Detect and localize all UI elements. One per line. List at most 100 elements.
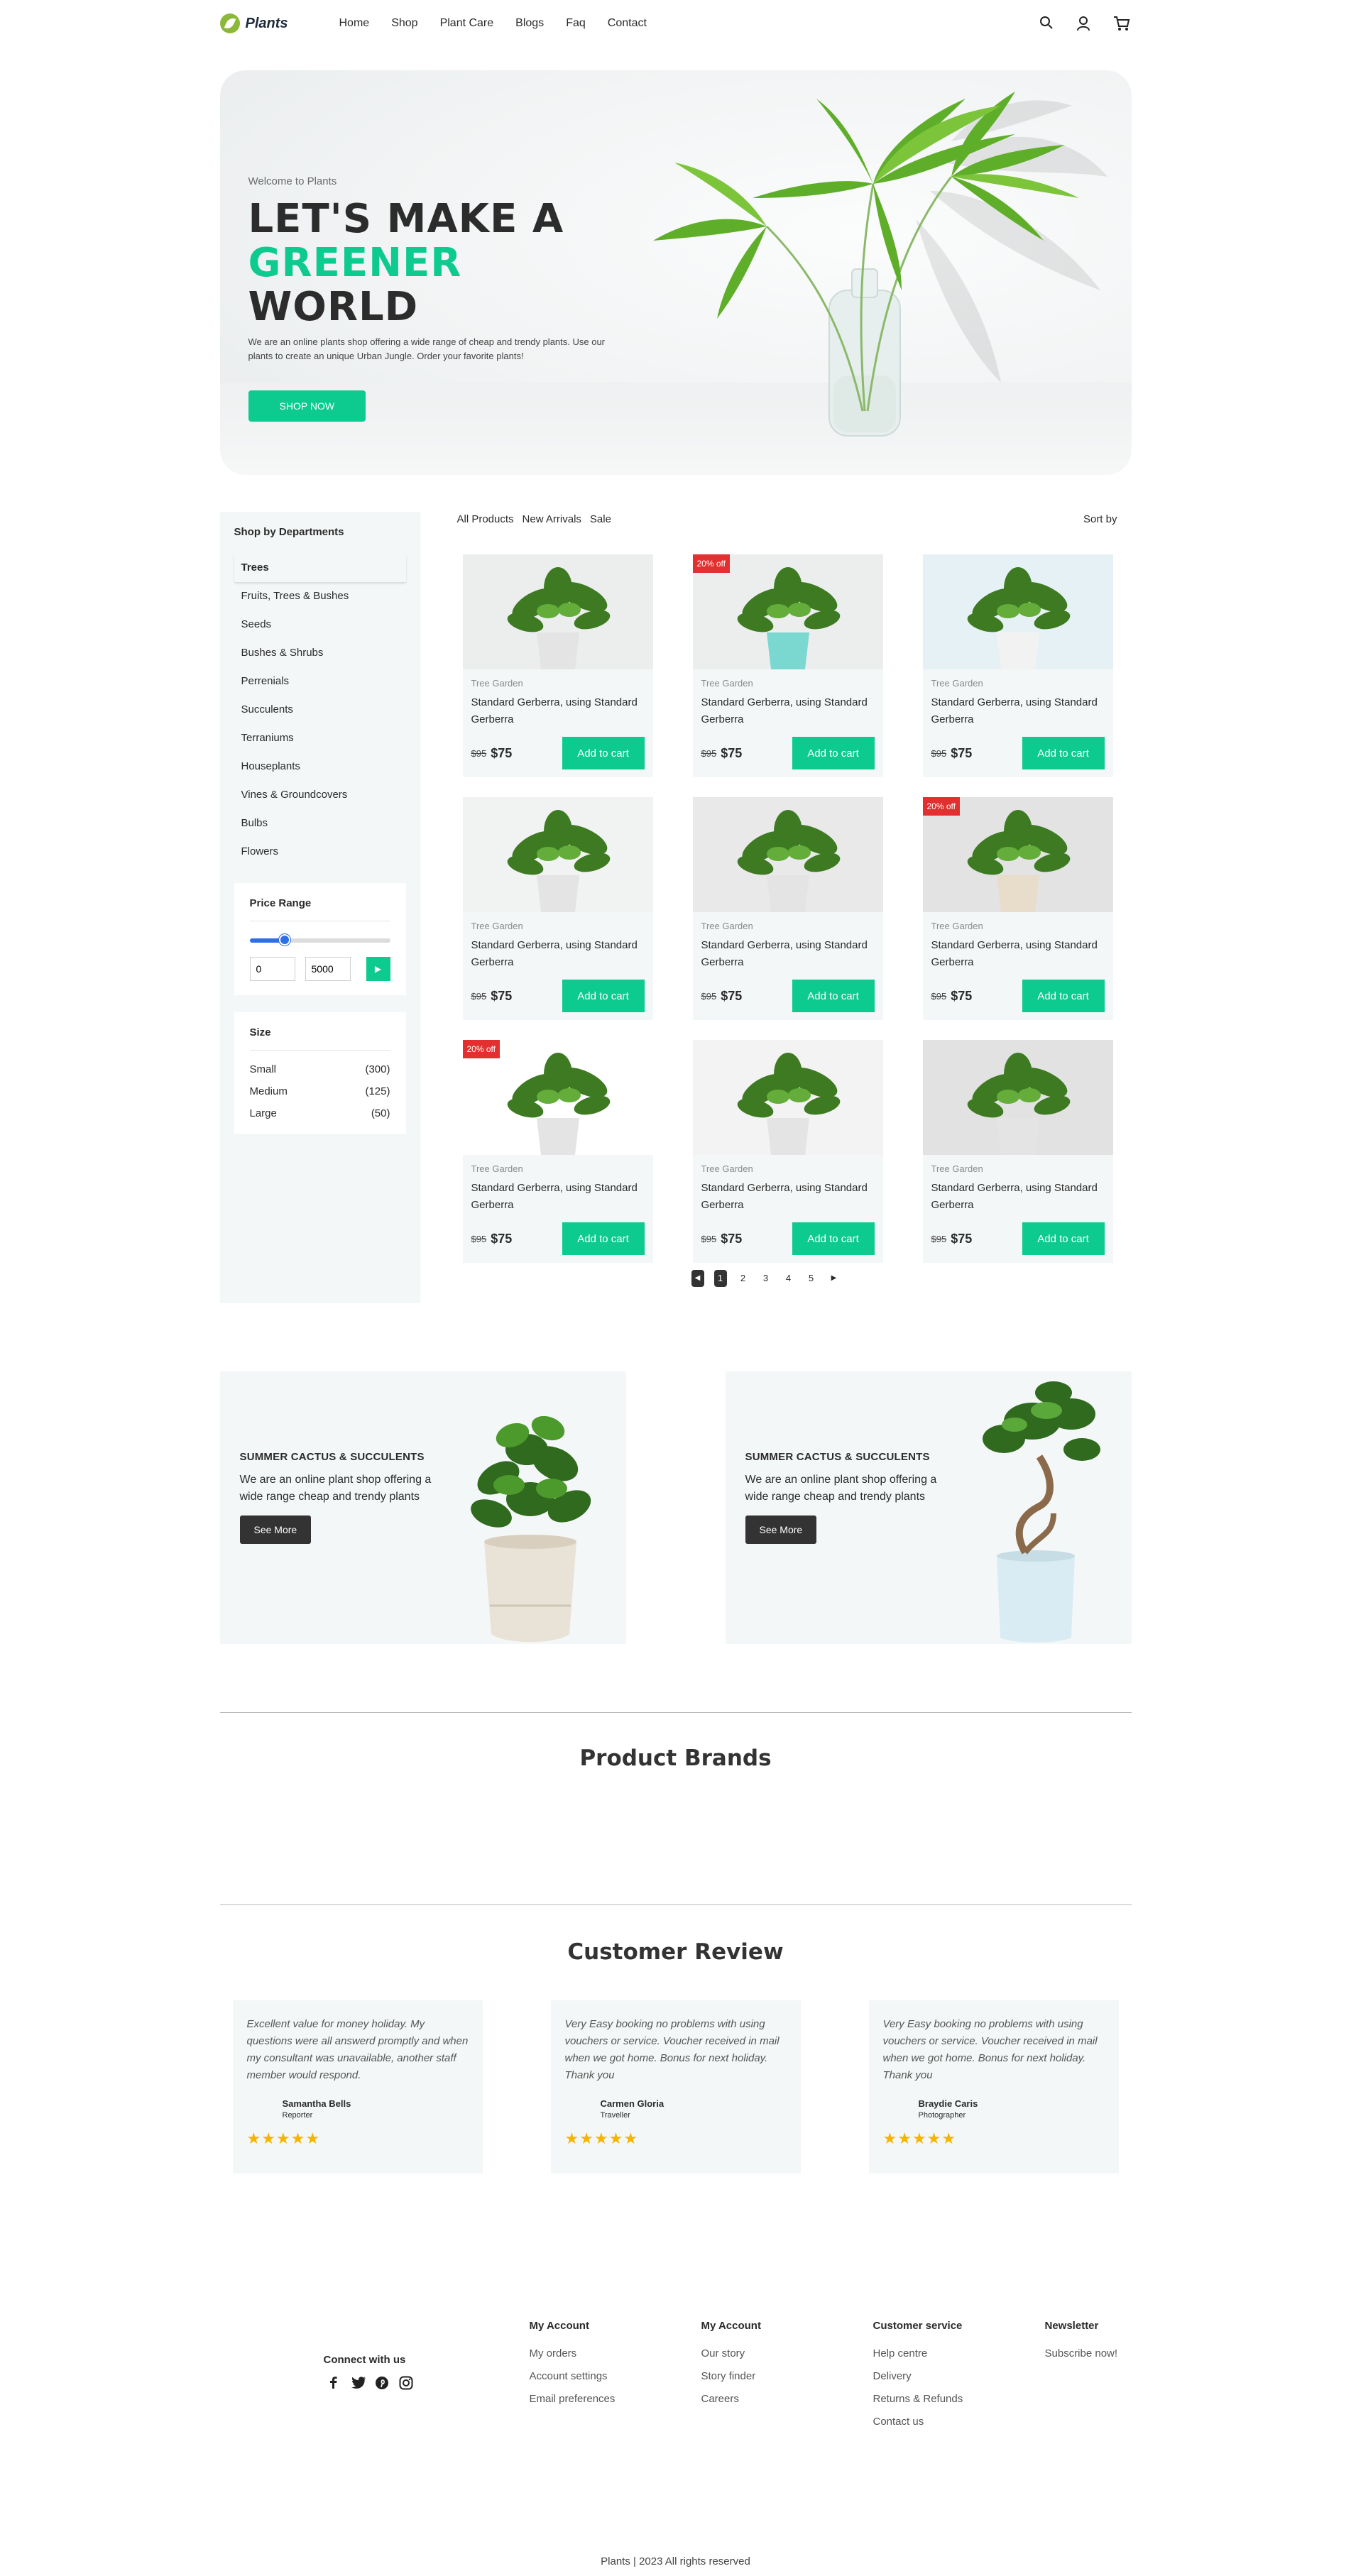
department-item-trees[interactable]: Trees — [234, 554, 406, 582]
product-title[interactable]: Standard Gerberra, using Standard Gerber… — [931, 1180, 1105, 1214]
product-brand: Tree Garden — [701, 678, 753, 689]
product-title[interactable]: Standard Gerberra, using Standard Gerber… — [471, 937, 645, 971]
review-card: Excellent value for money holiday. My qu… — [232, 2000, 483, 2174]
copyright: Plants | 2023 All rights reserved — [601, 2555, 750, 2567]
product-card[interactable]: Tree Garden Standard Gerberra, using Stan… — [692, 797, 883, 1020]
next-page-button[interactable]: ▶ — [828, 1270, 841, 1287]
page-1-button[interactable]: 1 — [713, 1270, 727, 1287]
twitter-icon[interactable] — [351, 2376, 366, 2390]
price-range-handle[interactable] — [279, 934, 290, 946]
price-range-slider[interactable] — [249, 934, 390, 946]
footer-link-careers[interactable]: Careers — [701, 2393, 873, 2416]
product-brand: Tree Garden — [701, 1163, 753, 1174]
product-card[interactable]: Tree Garden Standard Gerberra, using Stan… — [922, 1040, 1113, 1263]
footer-link-contact[interactable]: Contact us — [873, 2416, 1045, 2438]
hero-title-rest: WORLD — [248, 284, 419, 330]
nav-shop[interactable]: Shop — [391, 17, 417, 30]
logo[interactable]: Plants — [219, 13, 339, 33]
nav-contact[interactable]: Contact — [608, 17, 647, 30]
see-more-button[interactable]: See More — [745, 1516, 817, 1544]
department-item-seeds[interactable]: Seeds — [234, 610, 406, 639]
footer-link-my-orders[interactable]: My orders — [530, 2347, 701, 2370]
reviewer: Carmen Gloria Traveller — [565, 2098, 787, 2120]
add-to-cart-button[interactable]: Add to cart — [792, 737, 875, 769]
product-old-price: $95 — [471, 747, 487, 759]
product-price: $75 — [951, 988, 973, 1003]
footer-link-story-finder[interactable]: Story finder — [701, 2370, 873, 2393]
add-to-cart-button[interactable]: Add to cart — [1022, 1222, 1105, 1255]
price-min-input[interactable] — [249, 957, 295, 981]
star-rating: ★★★★★ — [564, 2130, 639, 2147]
page-3-button[interactable]: 3 — [760, 1270, 772, 1287]
add-to-cart-button[interactable]: Add to cart — [1022, 737, 1105, 769]
footer-link-subscribe[interactable]: Subscribe now! — [1045, 2347, 1130, 2370]
product-title[interactable]: Standard Gerberra, using Standard Gerber… — [471, 694, 645, 728]
price-apply-button[interactable]: ▶ — [366, 957, 390, 981]
page-2-button[interactable]: 2 — [737, 1270, 750, 1287]
add-to-cart-button[interactable]: Add to cart — [562, 737, 645, 769]
department-item-terraniums[interactable]: Terraniums — [234, 724, 406, 752]
department-item-succulents[interactable]: Succulents — [234, 696, 406, 724]
prev-page-button[interactable]: ◀ — [691, 1270, 704, 1287]
department-item-perrenials[interactable]: Perrenials — [234, 667, 406, 696]
product-card[interactable]: 20% off Tree Garden Standard Gerberra, usi… — [462, 1040, 653, 1263]
add-to-cart-button[interactable]: Add to cart — [1022, 980, 1105, 1012]
cart-icon[interactable] — [1113, 16, 1130, 31]
department-item-bulbs[interactable]: Bulbs — [234, 809, 406, 838]
product-title[interactable]: Standard Gerberra, using Standard Gerber… — [931, 937, 1105, 971]
tab-sale[interactable]: Sale — [590, 513, 611, 525]
department-item-vines[interactable]: Vines & Groundcovers — [234, 781, 406, 809]
user-icon[interactable] — [1076, 16, 1092, 31]
instagram-icon[interactable] — [399, 2376, 413, 2390]
footer-link-delivery[interactable]: Delivery — [873, 2370, 1045, 2393]
product-title[interactable]: Standard Gerberra, using Standard Gerber… — [931, 694, 1105, 728]
product-card[interactable]: Tree Garden Standard Gerberra, using Stan… — [692, 1040, 883, 1263]
product-card[interactable]: 20% off Tree Garden Standard Gerberra, usi… — [922, 797, 1113, 1020]
tab-new-arrivals[interactable]: New Arrivals — [523, 513, 581, 525]
product-title[interactable]: Standard Gerberra, using Standard Gerber… — [701, 1180, 875, 1214]
sort-by-dropdown[interactable]: Sort by — [1083, 513, 1117, 525]
footer-link-returns[interactable]: Returns & Refunds — [873, 2393, 1045, 2416]
product-card[interactable]: 20% off Tree Garden Standard Gerberra, usi… — [692, 554, 883, 777]
nav-faq[interactable]: Faq — [566, 17, 586, 30]
nav-blogs[interactable]: Blogs — [515, 17, 544, 30]
product-card[interactable]: Tree Garden Standard Gerberra, using Stan… — [462, 797, 653, 1020]
product-footer: $95 $75 Add to cart — [471, 1222, 645, 1255]
product-title[interactable]: Standard Gerberra, using Standard Gerber… — [701, 937, 875, 971]
footer-link-our-story[interactable]: Our story — [701, 2347, 873, 2370]
add-to-cart-button[interactable]: Add to cart — [562, 1222, 645, 1255]
department-item-houseplants[interactable]: Houseplants — [234, 752, 406, 781]
add-to-cart-button[interactable]: Add to cart — [562, 980, 645, 1012]
tab-all-products[interactable]: All Products — [457, 513, 514, 525]
add-to-cart-button[interactable]: Add to cart — [792, 980, 875, 1012]
product-price: $75 — [721, 745, 743, 760]
department-item-bushes[interactable]: Bushes & Shrubs — [234, 639, 406, 667]
search-icon[interactable] — [1039, 16, 1055, 31]
site-header: Plants Home Shop Plant Care Blogs Faq Co… — [219, 0, 1132, 47]
size-option-small[interactable]: Small (300) — [250, 1063, 390, 1075]
pinterest-icon[interactable] — [375, 2376, 389, 2390]
nav-plant-care[interactable]: Plant Care — [440, 17, 494, 30]
see-more-button[interactable]: See More — [239, 1516, 312, 1544]
department-item-fruits[interactable]: Fruits, Trees & Bushes — [234, 582, 406, 610]
facebook-icon[interactable] — [327, 2376, 341, 2390]
product-title[interactable]: Standard Gerberra, using Standard Gerber… — [701, 694, 875, 728]
nav-home[interactable]: Home — [339, 17, 370, 30]
product-title[interactable]: Standard Gerberra, using Standard Gerber… — [471, 1180, 645, 1214]
size-label: Large — [249, 1107, 277, 1119]
department-item-flowers[interactable]: Flowers — [234, 838, 406, 866]
footer-link-account-settings[interactable]: Account settings — [530, 2370, 701, 2393]
shop-now-button[interactable]: SHOP NOW — [248, 390, 366, 422]
product-card[interactable]: Tree Garden Standard Gerberra, using Stan… — [462, 554, 653, 777]
product-footer: $95 $75 Add to cart — [471, 980, 645, 1012]
page-5-button[interactable]: 5 — [805, 1270, 818, 1287]
size-option-medium[interactable]: Medium (125) — [250, 1085, 390, 1097]
page-4-button[interactable]: 4 — [782, 1270, 795, 1287]
size-option-large[interactable]: Large (50) — [250, 1107, 390, 1119]
product-card[interactable]: Tree Garden Standard Gerberra, using Stan… — [922, 554, 1113, 777]
footer-link-help-centre[interactable]: Help centre — [873, 2347, 1045, 2370]
price-range-title: Price Range — [249, 897, 390, 921]
price-max-input[interactable] — [305, 957, 351, 981]
footer-link-email-preferences[interactable]: Email preferences — [530, 2393, 701, 2416]
add-to-cart-button[interactable]: Add to cart — [792, 1222, 875, 1255]
